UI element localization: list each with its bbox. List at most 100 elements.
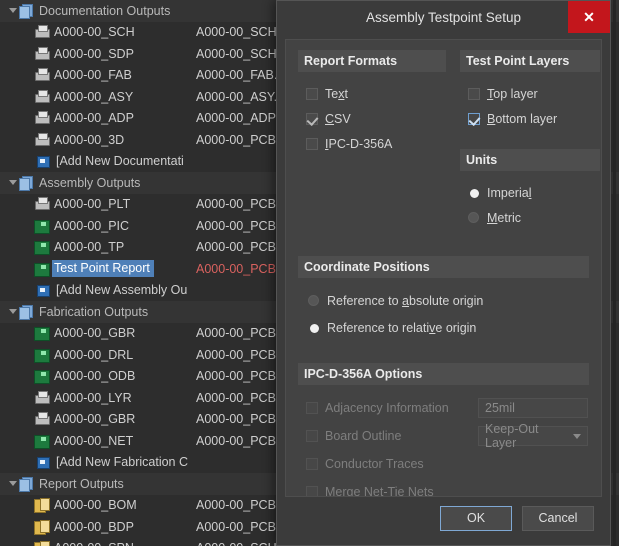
checkbox-icon <box>306 486 318 496</box>
tree-item-label: A000-00_SPN <box>54 541 134 546</box>
checkbox-icon[interactable] <box>468 112 480 125</box>
units-option[interactable]: Metric <box>460 205 600 230</box>
ipc-options-header: IPC-D-356A Options <box>298 363 589 385</box>
checkbox-icon[interactable] <box>306 112 318 125</box>
expander-triangle-icon[interactable] <box>6 8 19 14</box>
test-point-layer-option[interactable]: Bottom layer <box>460 106 600 131</box>
ipc-options-group: IPC-D-356A Options Adjacency Information… <box>298 363 589 496</box>
tree-item-output-path: A000-00_PCB. <box>196 240 280 255</box>
tree-item-output-path: A000-00_ASY. <box>196 89 278 104</box>
ipc-option-label-wrap: Board Outline <box>298 429 478 443</box>
radio-icon[interactable] <box>308 322 319 333</box>
coordinate-positions-list[interactable]: Reference to absolute origin Reference to… <box>298 287 589 341</box>
printer-icon <box>34 132 50 147</box>
coordinate-position-label: Reference to absolute origin <box>327 293 484 308</box>
green-report-icon <box>34 434 50 449</box>
ipc-option-label: Adjacency Information <box>325 401 449 415</box>
units-option[interactable]: Imperial <box>460 180 600 205</box>
units-list[interactable]: Imperial Metric <box>460 180 600 230</box>
tree-item-output-path: A000-00_PCB. <box>196 261 280 276</box>
expander-triangle-icon[interactable] <box>6 309 19 315</box>
dialog-titlebar[interactable]: Assembly Testpoint Setup ✕ <box>277 1 610 33</box>
radio-icon[interactable] <box>468 212 479 223</box>
radio-icon[interactable] <box>308 295 319 306</box>
tree-item-label: A000-00_NET <box>54 433 134 448</box>
ipc-option-label: Board Outline <box>325 429 402 443</box>
ipc-option-label-wrap: Conductor Traces <box>298 457 478 471</box>
printer-icon <box>34 412 50 426</box>
ipc-option-label: Conductor Traces <box>325 457 424 471</box>
report-formats-list[interactable]: Text CSV IPC-D-356A <box>298 81 446 156</box>
folder-stack-icon <box>19 175 34 191</box>
folder-stack-icon <box>19 476 34 492</box>
tree-item-output-path: A000-00_PCB. <box>196 197 280 212</box>
checkbox-icon[interactable] <box>468 87 480 100</box>
ok-button[interactable]: OK <box>440 505 512 531</box>
expander-triangle-icon[interactable] <box>6 481 19 487</box>
tree-item-output-path: A000-00_PCB. <box>196 519 280 534</box>
tree-item-output-path: A000-00_ADP <box>196 111 276 126</box>
tree-item-label: [Add New Documentati <box>56 154 184 169</box>
tree-item-label: [Add New Assembly Ou <box>56 283 188 298</box>
close-icon[interactable]: ✕ <box>568 1 610 33</box>
expander-triangle-icon[interactable] <box>6 180 19 186</box>
report-format-option[interactable]: CSV <box>298 106 446 131</box>
folder-stack-icon <box>19 304 34 320</box>
test-point-layer-option[interactable]: Top layer <box>460 81 600 106</box>
tree-item-label: A000-00_DRL <box>54 347 134 362</box>
screen: Documentation Outputs A000-00_SCH A000-00_… <box>0 0 619 546</box>
tree-item-output-path: A000-00_PCB. <box>196 390 280 405</box>
ipc-option-row: Adjacency Information 25mil <box>298 394 589 422</box>
report-format-option[interactable]: Text <box>298 81 446 106</box>
top-columns: Report Formats Text CSV IPC-D-356A Test Po… <box>298 50 600 230</box>
yellow-report-icon <box>34 498 50 514</box>
coordinate-position-option[interactable]: Reference to absolute origin <box>298 287 589 314</box>
units-header: Units <box>460 149 600 171</box>
tree-item-output-path: A000-00_PCB. <box>196 218 280 233</box>
ipc-options-list: Adjacency Information 25mil Board Outline K… <box>298 394 589 496</box>
report-formats-group: Report Formats Text CSV IPC-D-356A <box>298 50 446 230</box>
units-label: Metric <box>487 210 522 225</box>
coordinate-position-option[interactable]: Reference to relative origin <box>298 314 589 341</box>
board-outline-layer-select: Keep-Out Layer <box>478 422 588 450</box>
green-report-icon <box>34 240 50 256</box>
green-report-icon <box>34 326 50 342</box>
green-report-icon <box>34 262 50 277</box>
coordinate-positions-header: Coordinate Positions <box>298 256 589 278</box>
tree-item-label: A000-00_GBR <box>54 326 136 341</box>
report-format-option[interactable]: IPC-D-356A <box>298 131 446 156</box>
checkbox-icon <box>306 402 318 414</box>
test-point-layers-header: Test Point Layers <box>460 50 600 72</box>
tree-item-label: A000-00_BOM <box>54 498 137 513</box>
green-report-icon <box>34 369 50 385</box>
tree-item-output-path: A000-00_PCB. <box>196 498 280 513</box>
checkbox-icon[interactable] <box>306 137 318 150</box>
adjacency-distance-value: 25mil <box>485 401 515 415</box>
tree-item-output-path: A000-00_SCH <box>196 538 277 546</box>
green-report-icon <box>34 348 50 363</box>
tree-item-label: A000-00_TP <box>54 240 125 255</box>
tree-item-label: A000-00_LYR <box>54 390 132 405</box>
tree-item-output-path: A000-00_PCB. <box>196 132 280 147</box>
units-group: Units Imperial Metric <box>460 149 600 230</box>
test-point-layer-label: Bottom layer <box>487 111 558 126</box>
ipc-option-label-wrap: Merge Net-Tie Nets <box>298 485 478 496</box>
test-point-layer-label: Top layer <box>487 86 538 101</box>
tree-item-output-path: A000-00_FAB. <box>196 68 278 83</box>
test-point-layers-list[interactable]: Top layer Bottom layer <box>460 81 600 131</box>
test-point-layers-column: Test Point Layers Top layer Bottom layer … <box>460 50 600 230</box>
report-format-label: IPC-D-356A <box>325 136 393 151</box>
report-format-label: CSV <box>325 111 351 126</box>
tree-item-label: Documentation Outputs <box>39 3 171 18</box>
tree-item-label: A000-00_ASY <box>54 89 134 104</box>
checkbox-icon <box>306 458 318 470</box>
tree-item-label: A000-00_ODB <box>54 369 136 384</box>
checkbox-icon[interactable] <box>306 87 318 100</box>
tree-item-label: Test Point Report <box>52 260 154 278</box>
printer-icon <box>34 390 50 405</box>
yellow-report-icon <box>34 541 50 546</box>
ipc-option-row: Conductor Traces <box>298 450 589 478</box>
radio-icon[interactable] <box>468 187 479 198</box>
add-icon <box>36 283 51 298</box>
cancel-button[interactable]: Cancel <box>522 505 594 531</box>
